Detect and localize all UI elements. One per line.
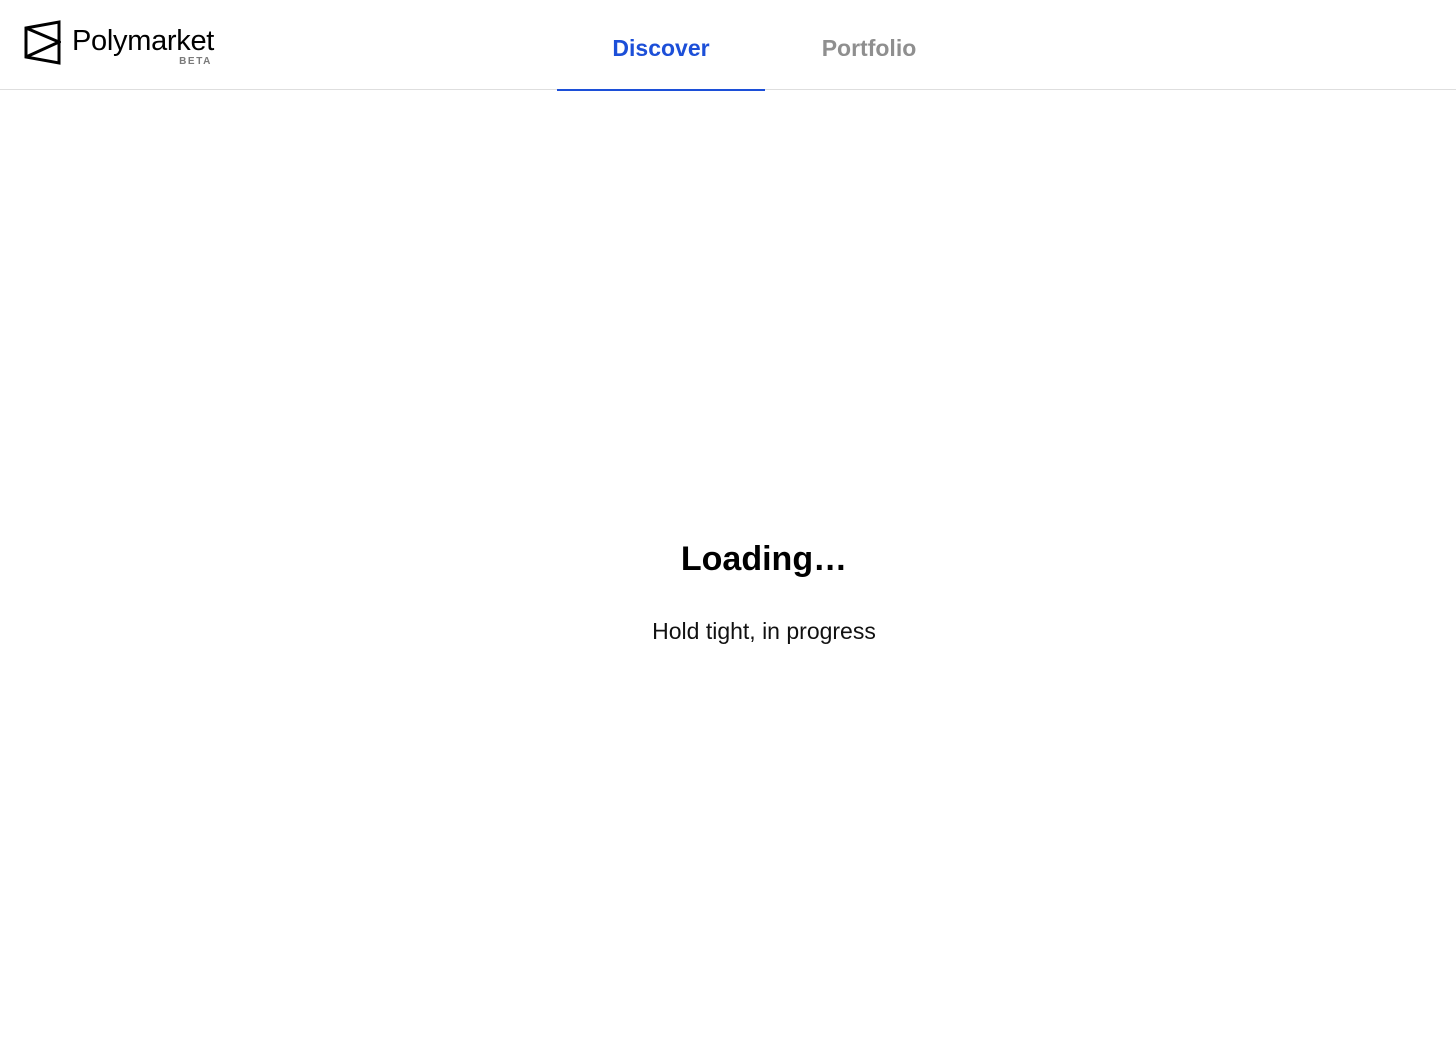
loading-subtitle: Hold tight, in progress <box>652 618 876 644</box>
logo-wordmark: Polymarket <box>72 25 215 57</box>
tab-discover[interactable]: Discover <box>557 0 765 91</box>
main-tabs: Discover Portfolio <box>557 0 973 91</box>
loading-title: Loading… <box>680 540 848 578</box>
logo-text: Polymarket BETA <box>72 24 222 67</box>
beta-badge: BETA <box>179 56 212 67</box>
top-navbar: Polymarket BETA Discover Portfolio <box>0 0 1456 91</box>
logo-link[interactable]: Polymarket BETA <box>24 20 222 67</box>
main-content: Loading… Hold tight, in progress <box>0 90 1456 1058</box>
polymarket-logo-icon <box>24 20 61 65</box>
tab-portfolio[interactable]: Portfolio <box>765 0 973 90</box>
